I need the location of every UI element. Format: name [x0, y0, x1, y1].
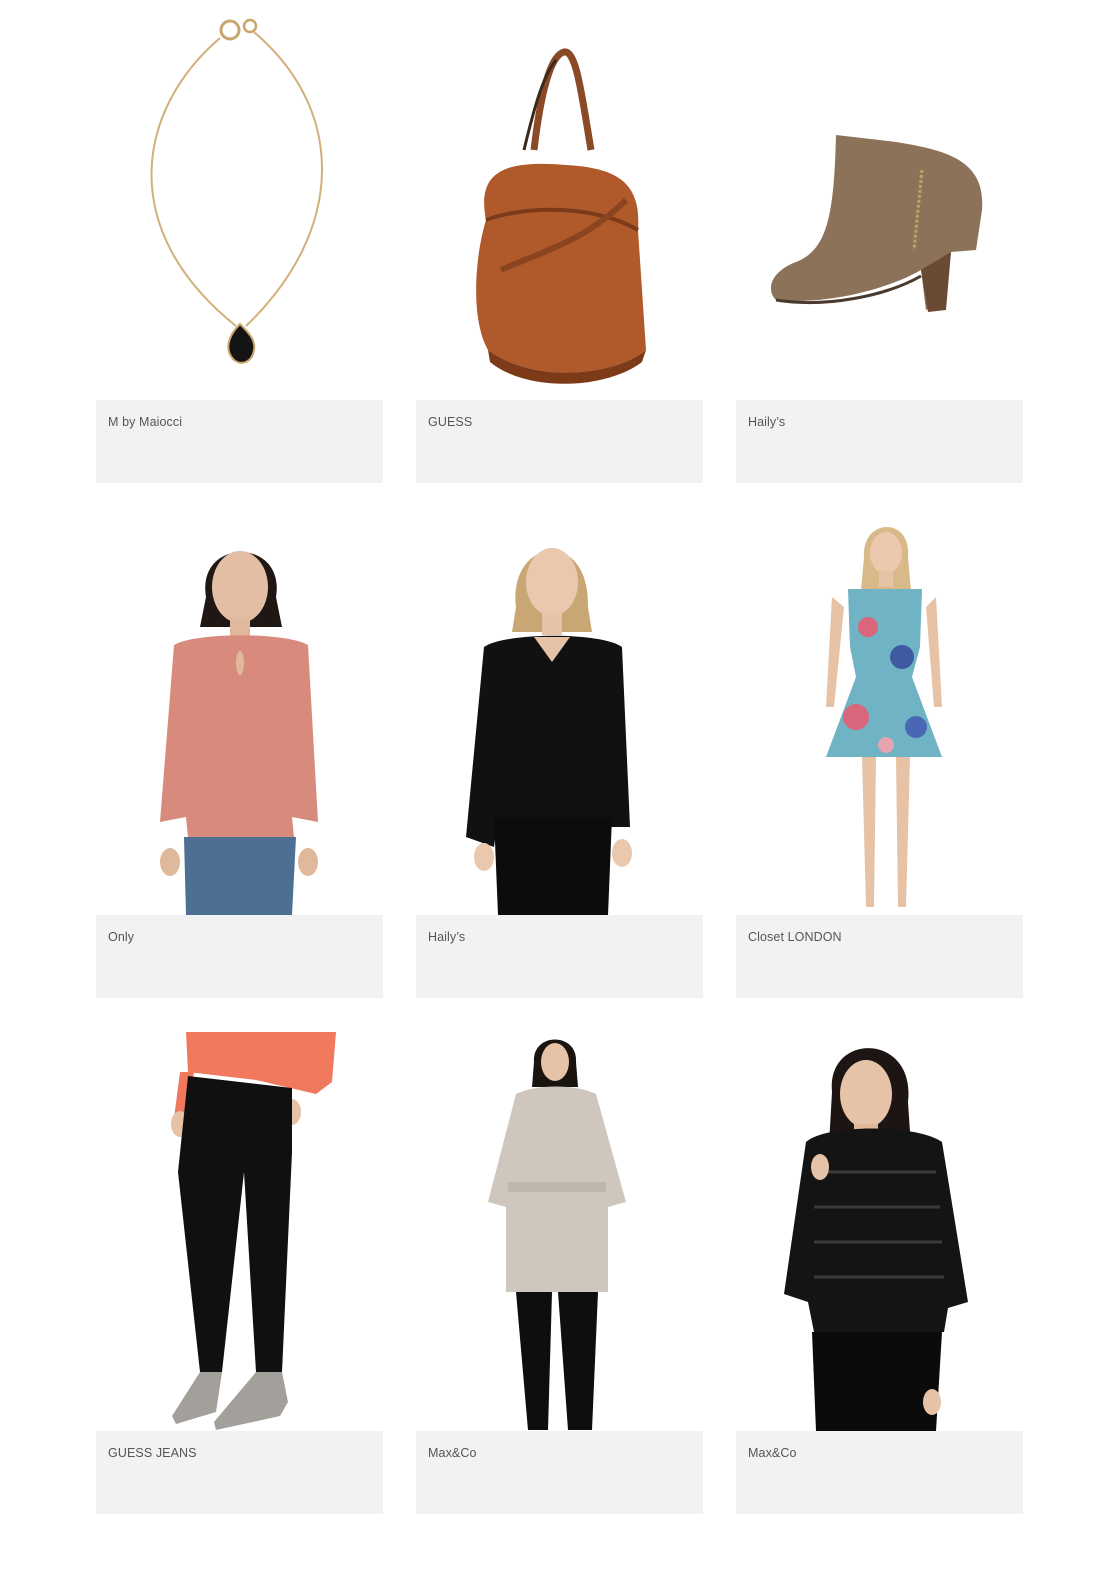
grey-coat-image[interactable] — [416, 1032, 703, 1431]
brand-name[interactable]: Closet LONDON — [748, 930, 842, 944]
product-info[interactable]: GUESS — [416, 400, 703, 483]
brand-name[interactable]: Haily’s — [428, 930, 465, 944]
product-info[interactable]: M by Maiocci — [96, 400, 383, 483]
ankle-boot-image[interactable] — [736, 0, 1023, 400]
bucket-bag-image[interactable] — [416, 0, 703, 400]
model-pink-blouse-icon — [160, 551, 318, 915]
model-floral-dress-icon — [826, 527, 942, 907]
puffer-jacket-image[interactable] — [736, 1032, 1023, 1431]
floral-dress-image[interactable] — [736, 517, 1023, 915]
product-info[interactable]: Haily’s — [416, 915, 703, 998]
product-card[interactable]: Only — [96, 517, 383, 998]
product-info[interactable]: Only — [96, 915, 383, 998]
model-black-blouse-icon — [466, 548, 632, 915]
model-grey-coat-icon — [488, 1039, 626, 1430]
product-card[interactable]: Max&Co — [736, 1032, 1023, 1514]
model-puffer-jacket-icon — [784, 1048, 968, 1431]
pink-blouse-image[interactable] — [96, 517, 383, 915]
product-card[interactable]: GUESS — [416, 0, 703, 483]
brand-name[interactable]: GUESS JEANS — [108, 1446, 197, 1460]
product-info[interactable]: GUESS JEANS — [96, 1431, 383, 1514]
brand-name[interactable]: Only — [108, 930, 134, 944]
product-card[interactable]: Max&Co — [416, 1032, 703, 1514]
product-info[interactable]: Max&Co — [416, 1431, 703, 1514]
product-card[interactable]: Haily’s — [736, 0, 1023, 483]
brand-name[interactable]: Max&Co — [748, 1446, 797, 1460]
product-grid: M by Maiocci GUESS Haily’s Only Haily’s … — [96, 0, 1023, 1514]
brand-name[interactable]: Haily’s — [748, 415, 785, 429]
black-blouse-image[interactable] — [416, 517, 703, 915]
brand-name[interactable]: Max&Co — [428, 1446, 477, 1460]
product-card[interactable]: Haily’s — [416, 517, 703, 998]
necklace-image[interactable] — [96, 0, 383, 400]
product-card[interactable]: M by Maiocci — [96, 0, 383, 483]
product-card[interactable]: Closet LONDON — [736, 517, 1023, 998]
boot-icon — [770, 135, 983, 312]
product-card[interactable]: GUESS JEANS — [96, 1032, 383, 1514]
product-info[interactable]: Haily’s — [736, 400, 1023, 483]
brand-name[interactable]: GUESS — [428, 415, 472, 429]
product-info[interactable]: Closet LONDON — [736, 915, 1023, 998]
necklace-icon — [150, 18, 323, 364]
model-black-trousers-icon — [171, 1032, 336, 1430]
brand-name[interactable]: M by Maiocci — [108, 415, 182, 429]
product-info[interactable]: Max&Co — [736, 1431, 1023, 1514]
bag-icon — [476, 48, 646, 384]
black-trousers-image[interactable] — [96, 1032, 383, 1431]
